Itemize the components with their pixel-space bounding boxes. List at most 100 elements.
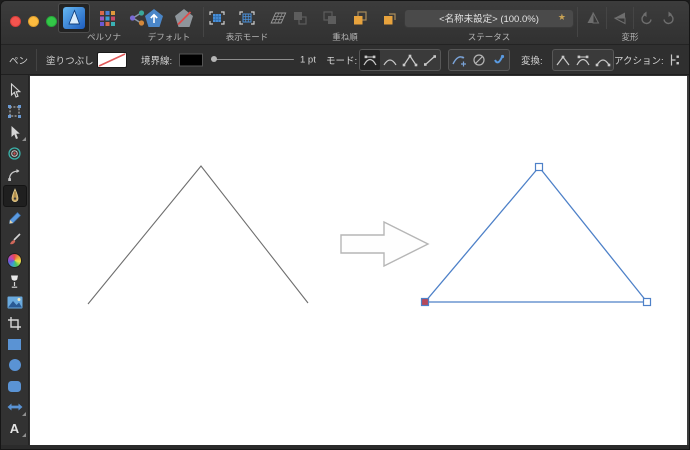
corner-tool-icon	[8, 168, 20, 181]
convert-sharp-icon	[556, 55, 570, 65]
artboard-tool-icon	[8, 104, 21, 118]
line-mode-icon	[424, 54, 436, 66]
send-to-back-button[interactable]	[377, 4, 403, 32]
pencil-tool-icon	[9, 211, 21, 224]
synchronize-defaults-button[interactable]	[141, 4, 167, 32]
designer-persona-button[interactable]	[58, 3, 90, 33]
divider	[633, 7, 634, 29]
pressure-mode-button[interactable]	[489, 50, 509, 70]
selected-triangle[interactable]	[423, 165, 649, 303]
window-edge-bottom	[1, 445, 689, 449]
canvas-drawing	[87, 162, 652, 307]
stroke-width-value: 1 pt	[300, 54, 316, 65]
no-fill-icon	[98, 52, 126, 67]
view-mode-section-label: 表示モード	[225, 32, 269, 42]
flip-horizontal-button[interactable]	[609, 4, 631, 32]
pen-mode-button[interactable]	[360, 49, 380, 70]
close-window-button[interactable]	[10, 16, 21, 27]
stroke-width-slider[interactable]	[211, 53, 294, 67]
minimize-window-button[interactable]	[28, 16, 39, 27]
arrange-section: 重ね順	[291, 3, 399, 44]
star-icon[interactable]: ★	[558, 12, 566, 23]
arrow-tool-icon	[7, 403, 22, 411]
rotate-cw-button[interactable]	[658, 4, 678, 32]
transparency-tool[interactable]	[3, 271, 27, 291]
line-mode-button[interactable]	[420, 50, 440, 70]
top-toolbar: ペルソナ デフォルト 表示モード 重ね順 <名称未設定> (100.0%) ★ …	[1, 1, 689, 45]
flip-vertical-button[interactable]	[582, 4, 604, 32]
revert-defaults-button[interactable]	[171, 4, 197, 32]
triangle-node-0[interactable]	[534, 162, 544, 172]
rounded-rectangle-tool-icon	[8, 380, 21, 392]
toolbar-divider	[577, 7, 578, 37]
convert-smooth-button[interactable]	[593, 50, 613, 70]
convert-label: 変換:	[521, 55, 543, 67]
corner-tool[interactable]	[3, 164, 27, 184]
convert-smart-button[interactable]	[573, 50, 593, 70]
move-backward-button[interactable]	[347, 4, 373, 32]
pixel-view-button[interactable]	[234, 4, 260, 32]
pen-context-toolbar: ペン 塗りつぶし 境界線: 1 pt モード: 変換: アクション:	[1, 45, 689, 75]
pressure-mode-icon	[494, 54, 505, 63]
slider-thumb[interactable]	[211, 56, 217, 62]
view-mode-section: 表示モード	[207, 3, 287, 44]
synchronize-defaults-icon	[145, 9, 163, 27]
status-section-label: ステータス	[467, 32, 511, 42]
node-tool[interactable]	[3, 122, 27, 142]
node-tool-icon	[11, 125, 20, 139]
transform-section: 変形	[580, 3, 680, 44]
point-transform-tool-icon	[8, 146, 21, 160]
fill-tool[interactable]	[3, 250, 27, 270]
text-tool[interactable]: A	[3, 418, 27, 438]
arrow-tool[interactable]	[3, 397, 27, 417]
mode-label: モード:	[326, 55, 358, 67]
ellipse-tool[interactable]	[3, 355, 27, 375]
triangle-node-1[interactable]	[420, 297, 430, 307]
artboard-tool[interactable]	[3, 101, 27, 121]
point-transform-tool[interactable]	[3, 143, 27, 163]
arrow-annotation	[340, 220, 430, 268]
break-curve-action-button[interactable]	[664, 50, 684, 70]
vector-crop-tool[interactable]	[3, 313, 27, 333]
fill-color-swatch[interactable]	[97, 51, 127, 68]
convert-smooth-icon	[595, 58, 611, 66]
vector-brush-tool[interactable]	[3, 229, 27, 249]
canvas[interactable]	[30, 76, 689, 447]
rectangle-tool[interactable]	[3, 334, 27, 354]
convert-sharp-button[interactable]	[553, 50, 573, 70]
rubber-band-mode-button[interactable]	[469, 50, 489, 70]
document-status-field[interactable]: <名称未設定> (100.0%) ★	[404, 8, 574, 28]
rotate-cw-icon	[662, 11, 674, 24]
polygon-mode-icon	[402, 54, 418, 66]
bring-to-front-button[interactable]	[287, 4, 313, 32]
designer-persona-icon	[63, 7, 85, 29]
pen-tool[interactable]	[2, 185, 27, 207]
pixel-persona-icon	[99, 10, 115, 26]
rectangle-tool-icon	[8, 338, 21, 350]
move-backward-icon	[354, 11, 367, 25]
rounded-rectangle-tool[interactable]	[3, 376, 27, 396]
place-image-tool-icon	[7, 296, 22, 308]
triangle-node-2[interactable]	[642, 297, 652, 307]
fill-tool-icon	[7, 252, 22, 268]
rotate-ccw-button[interactable]	[636, 4, 656, 32]
pencil-tool[interactable]	[3, 208, 27, 228]
traffic-lights	[10, 16, 57, 27]
pen-mode-icon	[363, 55, 377, 65]
active-tool-label: ペン	[9, 55, 29, 67]
add-to-curve-icon	[452, 55, 466, 66]
smart-mode-button[interactable]	[380, 50, 400, 70]
open-path[interactable]	[87, 165, 309, 305]
flip-horizontal-icon	[614, 12, 626, 25]
stroke-color-swatch[interactable]	[179, 53, 203, 66]
place-image-tool[interactable]	[3, 292, 27, 312]
polygon-mode-button[interactable]	[400, 50, 420, 70]
slider-track	[211, 58, 294, 60]
move-tool[interactable]	[3, 80, 27, 100]
move-forward-button[interactable]	[317, 4, 343, 32]
vector-view-button[interactable]	[204, 4, 230, 32]
divider	[36, 49, 37, 71]
add-to-curve-button[interactable]	[449, 50, 469, 70]
pixel-persona-button[interactable]	[94, 4, 120, 32]
rotate-ccw-icon	[640, 11, 652, 24]
